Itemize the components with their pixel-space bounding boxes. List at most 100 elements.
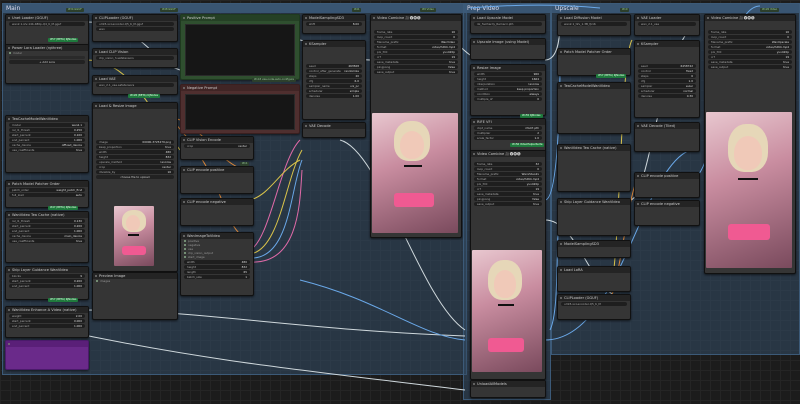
node-title[interactable]: Video Combine 🎥🅥🅗🅢 <box>371 15 461 21</box>
param-row[interactable]: format video/h264-mp4 <box>374 45 458 49</box>
unet-name-combo[interactable]: wan2.1-i2v-14b-480p-Q4_K_M.gguf <box>9 22 85 26</box>
param-row[interactable]: sampler_name uni_pc <box>306 84 362 88</box>
preview-image-node[interactable]: Preview Image images <box>92 272 178 320</box>
param-row[interactable]: frame_rate 16 <box>374 30 458 34</box>
node-title[interactable]: CLIP encode positive <box>181 167 253 173</box>
node-title[interactable]: Skip Layer Guidance WanVideo <box>6 267 88 273</box>
param-row[interactable]: save_output true <box>708 65 792 69</box>
param-row[interactable]: patch_order weight_patch_first <box>9 188 85 192</box>
param-row[interactable]: seed 463568 <box>306 64 362 68</box>
node-title[interactable]: Load VAE <box>93 76 177 82</box>
param-row[interactable]: multiplier 2 <box>474 131 542 135</box>
node-title[interactable]: Video Combine 🎥🅥🅗🅢 <box>471 151 545 157</box>
param-row[interactable]: crf 19 <box>708 55 792 59</box>
param-row[interactable]: end_percent 1.000 <box>9 138 85 142</box>
param-row[interactable]: width 960 <box>474 72 542 76</box>
node-title[interactable]: RIFE VFI <box>471 119 545 125</box>
load-vae-node[interactable]: Load VAE wan_2.1_vae.safetensors <box>92 75 178 95</box>
param-row[interactable]: pix_fmt yuv420p <box>374 50 458 54</box>
node-title[interactable]: ModelSamplingSD3 <box>303 15 365 21</box>
node-title[interactable]: WanVideo Tea Cache (native) <box>6 212 88 218</box>
param-row[interactable]: control_after_generate randomize <box>306 69 362 73</box>
node-title[interactable]: Patch Model Patcher Order <box>558 49 630 55</box>
param-row[interactable]: multiple_of 0 <box>474 97 542 101</box>
node-title[interactable]: CLIP Vision Encode <box>181 137 253 143</box>
param-row[interactable]: height 832 <box>96 155 174 159</box>
param-row[interactable]: end_percent 1.000 <box>9 229 85 233</box>
param-row[interactable]: method keep proportion <box>474 87 542 91</box>
node-title[interactable]: Upscale Image (using Model) <box>471 39 545 45</box>
param-row[interactable]: weight 2.00 <box>9 314 85 318</box>
clip-encode-positive-node[interactable]: CLIP encode positive <box>180 166 254 194</box>
skip-layer-guidance-node-2[interactable]: Skip Layer Guidance WanVideo <box>557 198 631 236</box>
param-row[interactable]: length 65 <box>184 270 250 274</box>
vae-name-combo[interactable]: wan_2.1_vae <box>638 22 696 26</box>
images-slot[interactable]: images <box>96 279 174 283</box>
node-title[interactable]: Load LoRA <box>558 267 630 273</box>
node-title[interactable]: KSampler <box>303 41 365 47</box>
unet-name-combo[interactable]: wan2.1_t2v_1.3B_fp16 <box>561 22 627 26</box>
node-title[interactable]: VAE Decode <box>303 123 365 129</box>
upscale-image-node[interactable]: Upscale Image (using Model) <box>470 38 546 60</box>
param-row[interactable]: frame_rate 16 <box>708 30 792 34</box>
param-row[interactable]: height 1664 <box>474 77 542 81</box>
input-slot[interactable]: start_image <box>184 255 250 259</box>
wan-teacache-node-2[interactable]: WanVideo Tea Cache (native) <box>557 144 631 192</box>
patch-order-node[interactable]: Patch Model Patcher Order patch_order wei… <box>5 180 89 208</box>
param-row[interactable]: condition always <box>474 92 542 96</box>
param-row[interactable]: loop_count 0 <box>474 167 542 171</box>
param-row[interactable]: crop center <box>96 165 174 169</box>
skip-layer-guidance-node[interactable]: Skip Layer Guidance WanVideo blocks 9 sta… <box>5 266 89 300</box>
param-row[interactable]: loop_count 0 <box>374 35 458 39</box>
clip-encode-negative-node[interactable]: CLIP encode negative <box>180 198 254 226</box>
param-row[interactable]: interpolation lanczos <box>474 82 542 86</box>
node-title[interactable]: CLIP encode negative <box>181 199 253 205</box>
upload-button[interactable]: choose file to upload <box>96 175 174 179</box>
node-title[interactable]: Resize Image <box>471 65 545 71</box>
param-row[interactable]: cache_device main_device <box>9 234 85 238</box>
param-row[interactable]: steps 20 <box>306 74 362 78</box>
param-row[interactable]: use_coefficients true <box>9 148 85 152</box>
param-row[interactable]: denoise 0.30 <box>638 94 696 98</box>
param-row[interactable]: keep_proportion true <box>96 145 174 149</box>
param-row[interactable]: filename_prefix WanVideo <box>374 40 458 44</box>
model-sampling-node-2[interactable]: ModelSamplingSD3 <box>557 240 631 258</box>
node-title[interactable]: CLIP encode negative <box>635 201 699 207</box>
load-upscale-model-node[interactable]: Load Upscale Model 4x_foolhardy_Remacri.… <box>470 14 546 34</box>
param-row[interactable]: image 00000-3725279.png <box>96 140 174 144</box>
teacache-node[interactable]: TeaCacheModelWanVideo model wan2.1 rel_l1… <box>5 115 89 173</box>
positive-prompt-node[interactable]: Positive Prompt <box>180 14 300 80</box>
vae-decode-node[interactable]: VAE Decode <box>302 122 366 138</box>
param-row[interactable]: start_percent 0.000 <box>9 319 85 323</box>
param-row[interactable]: save_metadata true <box>374 60 458 64</box>
param-row[interactable]: start_percent 0.200 <box>9 279 85 283</box>
node-title[interactable]: CLIPLoader (GGUF) <box>93 15 177 21</box>
node-title[interactable]: Negative Prompt <box>181 85 299 91</box>
node-title[interactable]: VAE Decode (Tiled) <box>635 123 699 129</box>
ksampler-node[interactable]: KSampler seed 463568 control_after_genera… <box>302 40 366 120</box>
param-row[interactable]: width 480 <box>96 150 174 154</box>
node-title[interactable]: UnloadAllModels <box>471 381 545 387</box>
param-row[interactable]: filename_prefix WanUpscale <box>708 40 792 44</box>
clip-encode-negative-node-2[interactable]: CLIP encode negative <box>634 200 700 226</box>
param-row[interactable]: blocks 9 <box>9 274 85 278</box>
node-title[interactable]: Skip Layer Guidance WanVideo <box>558 199 630 205</box>
unload-models-node[interactable]: UnloadAllModels <box>470 380 546 398</box>
bypassed-note-node[interactable] <box>5 340 89 370</box>
param-row[interactable]: crf 19 <box>474 187 542 191</box>
param-row[interactable]: scale_factor 1.0 <box>474 136 542 140</box>
node-canvas[interactable]: Main Prep Video Upscale Unet Loader (GGU… <box>0 0 800 404</box>
param-row[interactable]: divisible_by 16 <box>96 170 174 174</box>
clip-loader-node[interactable]: CLIPLoader (GGUF) umt5-xxl-encoder-Q5_K_… <box>92 14 178 42</box>
clip-vision-combo[interactable]: clip_vision_h.safetensors <box>96 56 174 60</box>
node-title[interactable] <box>6 341 88 347</box>
param-row[interactable]: pingpong false <box>374 65 458 69</box>
vae-name-combo[interactable]: wan_2.1_vae.safetensors <box>96 83 174 87</box>
vae-loader-node-2[interactable]: VAE Loader wan_2.1_vae <box>634 14 700 36</box>
param-row[interactable]: denoise 1.00 <box>306 94 362 98</box>
param-row[interactable]: start_percent 0.200 <box>9 224 85 228</box>
param-row[interactable]: rel_l1_thresh 0.130 <box>9 219 85 223</box>
param-row[interactable]: loop_count 0 <box>708 35 792 39</box>
add-lora-button[interactable]: + Add Lora <box>9 60 85 64</box>
param-row[interactable]: crop center <box>184 144 250 148</box>
